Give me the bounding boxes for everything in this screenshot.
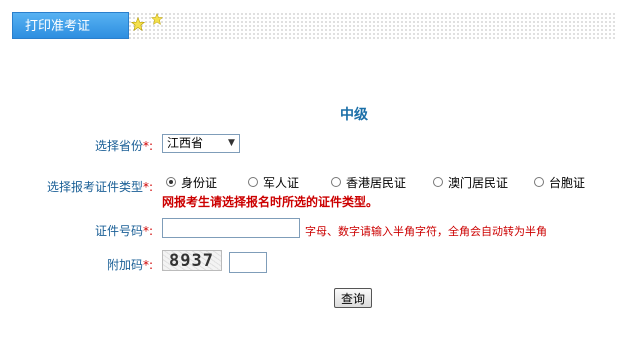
radio-button[interactable] xyxy=(433,177,443,187)
radio-button[interactable] xyxy=(534,177,544,187)
radio-label: 澳门居民证 xyxy=(448,175,509,190)
radio-military-id[interactable]: 军人证 xyxy=(248,175,300,190)
captcha-image[interactable]: 8937 xyxy=(162,250,222,271)
captcha-label: 附加码*: xyxy=(107,258,154,272)
radio-label: 台胞证 xyxy=(549,175,586,190)
radio-id-card[interactable]: 身份证 xyxy=(166,175,218,190)
radio-label: 香港居民证 xyxy=(346,175,407,190)
id-type-label: 选择报考证件类型*: xyxy=(47,180,154,194)
exam-level-title: 中级 xyxy=(340,107,368,123)
radio-label: 军人证 xyxy=(263,175,300,190)
province-label: 选择省份*: xyxy=(95,139,154,153)
radio-hongkong-id[interactable]: 香港居民证 xyxy=(331,175,407,190)
captcha-code: 8937 xyxy=(169,251,214,271)
province-select[interactable]: 江西省 ▼ xyxy=(162,134,240,153)
tab-label: 打印准考证 xyxy=(25,19,91,34)
radio-button[interactable] xyxy=(166,177,176,187)
radio-button[interactable] xyxy=(331,177,341,187)
radio-taiwan-id[interactable]: 台胞证 xyxy=(534,175,586,190)
radio-label: 身份证 xyxy=(181,175,218,190)
query-button[interactable]: 查询 xyxy=(334,288,372,308)
id-number-label: 证件号码*: xyxy=(95,224,154,238)
id-number-hint: 字母、数字请输入半角字符，全角会自动转为半角 xyxy=(305,225,547,238)
captcha-input[interactable] xyxy=(229,252,267,273)
province-selected-value: 江西省 xyxy=(167,136,204,150)
chevron-down-icon: ▼ xyxy=(228,138,235,148)
star-icon xyxy=(151,13,163,25)
radio-macau-id[interactable]: 澳门居民证 xyxy=(433,175,509,190)
star-icon xyxy=(131,17,145,31)
tab-print-admission-ticket[interactable]: 打印准考证 xyxy=(12,12,129,39)
id-type-notice: 网报考生请选择报名时所选的证件类型。 xyxy=(162,195,379,209)
radio-button[interactable] xyxy=(248,177,258,187)
id-number-input[interactable] xyxy=(162,218,300,238)
